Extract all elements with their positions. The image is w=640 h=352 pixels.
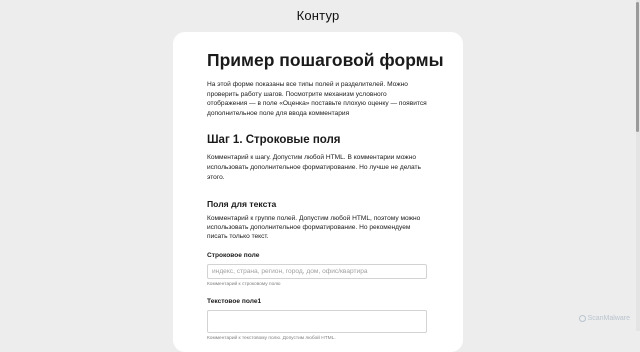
string-field-label: Строковое поле	[207, 252, 260, 260]
form-card: Пример пошаговой формы На этой форме пок…	[173, 32, 463, 352]
string-field-hint: Комментарий к строковому полю	[207, 282, 281, 288]
form-content: Пример пошаговой формы На этой форме пок…	[207, 50, 444, 342]
step-description: Комментарий к шагу. Допустим любой HTML.…	[207, 154, 421, 181]
scrollbar-thumb[interactable]	[636, 2, 639, 132]
text-field-label: Текстовое поле1	[207, 298, 262, 306]
watermark: ScanMalware	[578, 315, 630, 322]
step-title: Шаг 1. Строковые поля	[207, 134, 341, 147]
text-field-textarea[interactable]	[207, 310, 427, 334]
kontur-logo[interactable]: Контур	[0, 8, 636, 23]
shield-icon	[578, 315, 586, 322]
watermark-text: ScanMalware	[587, 315, 630, 322]
text-field-hint: Комментарий к текстовому полю. Допустим …	[207, 336, 336, 342]
page-scrollbar[interactable]	[636, 0, 640, 331]
group-title: Поля для текста	[207, 199, 277, 210]
string-field-input[interactable]	[207, 264, 427, 280]
form-intro: На этой форме показаны все типы полей и …	[207, 81, 427, 117]
group-description: Комментарий к группе полей. Допустим люб…	[207, 215, 421, 241]
page-title: Пример пошаговой формы	[207, 50, 444, 70]
